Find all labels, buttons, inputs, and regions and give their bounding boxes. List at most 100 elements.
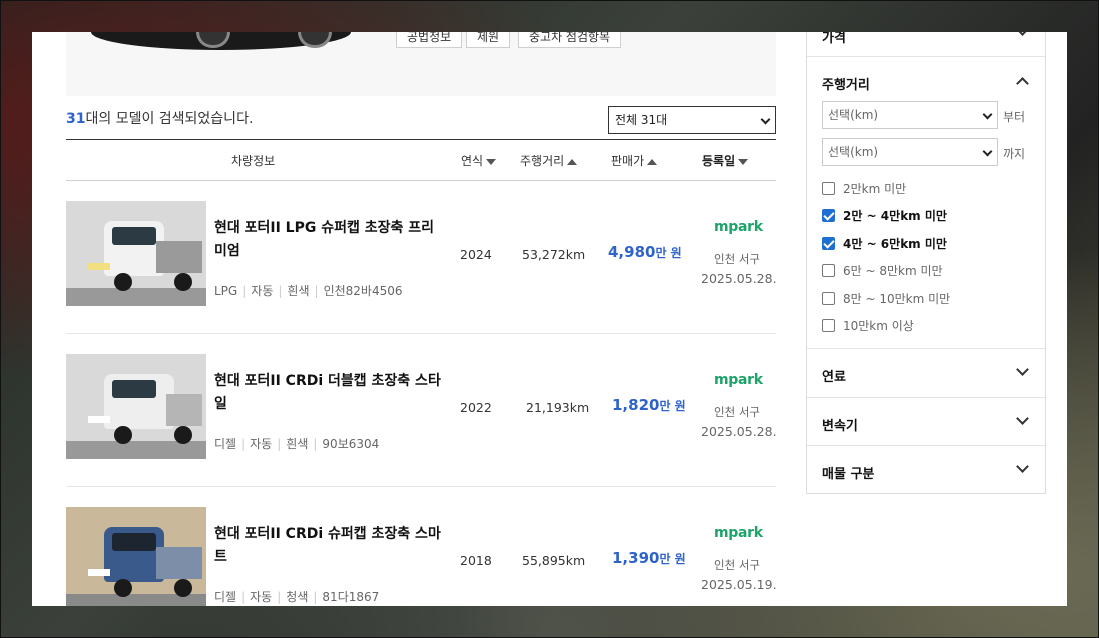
plate-number: 81다1867 xyxy=(322,590,380,604)
filter-fuel[interactable]: 연료 xyxy=(807,349,1045,398)
result-filter-select[interactable]: 전체 31대 xyxy=(608,106,776,134)
truck-bed xyxy=(156,547,202,579)
result-count-text: 대의 모델이 검색되었습니다. xyxy=(85,111,254,127)
vehicle-price: 4,980만 원 xyxy=(608,243,682,261)
content-panel: 공법정보 제원 중고차 점검항목 31대의 모델이 검색되었습니다. 전체 31… xyxy=(32,32,1067,606)
price-value: 1,820 xyxy=(612,396,660,414)
table-row[interactable]: 현대 포터II LPG 슈퍼캡 초장축 프리미엄 LPG | 자동 | 흰색 | 인천82바… xyxy=(66,181,777,334)
mileage-to-select[interactable]: 선택(km) xyxy=(822,138,998,166)
chevron-down-icon xyxy=(760,114,771,125)
truck-plate xyxy=(88,569,110,576)
sort-up-icon xyxy=(567,158,578,165)
truck-window xyxy=(112,533,156,551)
vehicle-thumbnail[interactable] xyxy=(66,201,206,306)
table-header: 차량정보 연식 주행거리 판매가 등록일 xyxy=(66,139,776,181)
vehicle-title[interactable]: 현대 포터II CRDi 슈퍼캡 초장축 스마트 xyxy=(214,523,444,569)
checkbox-checked[interactable] xyxy=(822,237,835,250)
chevron-down-icon[interactable] xyxy=(1016,32,1029,36)
result-count: 31대의 모델이 검색되었습니다. xyxy=(66,108,253,128)
mileage-from-value: 선택(km) xyxy=(828,108,879,122)
mileage-to-suffix: 까지 xyxy=(1003,147,1026,161)
result-filter-value: 전체 31대 xyxy=(615,113,668,127)
vehicle-mileage: 21,193km xyxy=(526,400,590,415)
truck-tire xyxy=(174,273,192,291)
chevron-up-icon[interactable] xyxy=(1016,77,1029,90)
chevron-down-icon xyxy=(982,109,993,120)
header-mileage-label: 주행거리 xyxy=(520,154,565,168)
price-unit: 만 원 xyxy=(659,399,686,413)
mileage-from-suffix: 부터 xyxy=(1003,110,1026,124)
sort-down-icon xyxy=(738,158,749,165)
checkbox[interactable] xyxy=(822,182,835,195)
price-value: 4,980 xyxy=(608,243,656,261)
truck-plate xyxy=(88,263,110,270)
filter-fuel-label: 연료 xyxy=(822,370,846,385)
filter-transmission[interactable]: 변속기 xyxy=(807,398,1045,446)
filter-transmission-label: 변속기 xyxy=(822,419,858,434)
color: 흰색 xyxy=(286,437,309,451)
truck-bed xyxy=(156,241,202,273)
vehicle-mileage: 55,895km xyxy=(522,553,586,568)
mileage-option-80k-100k[interactable]: 8만 ~ 10만km 미만 xyxy=(822,290,950,307)
inspection-items-button[interactable]: 중고차 점검항목 xyxy=(518,32,622,48)
plate-number: 인천82바4506 xyxy=(323,284,403,298)
mileage-to-value: 선택(km) xyxy=(828,145,879,159)
dealer-logo: mpark xyxy=(714,372,763,388)
chevron-down-icon[interactable] xyxy=(1016,460,1029,473)
filter-mileage: 주행거리 선택(km) 부터 선택(km) 까지 2만km 미만 2만 ~ 4만… xyxy=(807,57,1045,349)
mileage-option-over-100k[interactable]: 10만km 이상 xyxy=(822,317,914,334)
header-date-sort[interactable]: 등록일 xyxy=(702,152,749,169)
truck-tire xyxy=(114,426,132,444)
option-label: 2만km 미만 xyxy=(843,182,907,196)
header-date-label: 등록일 xyxy=(702,154,736,168)
option-label: 4만 ~ 6만km 미만 xyxy=(843,237,947,251)
header-mileage-sort[interactable]: 주행거리 xyxy=(520,152,578,169)
mileage-option-40k-60k[interactable]: 4만 ~ 6만km 미만 xyxy=(822,235,947,252)
vehicle-meta: LPG | 자동 | 흰색 | 인천82바4506 xyxy=(214,284,403,298)
vehicle-price: 1,820만 원 xyxy=(612,396,686,414)
filter-sidebar: 가격 주행거리 선택(km) 부터 선택(km) 까지 2만km 미만 2만 ~… xyxy=(806,32,1046,494)
transmission: 자동 xyxy=(251,284,274,298)
truck-window xyxy=(112,380,156,398)
transmission: 자동 xyxy=(250,437,273,451)
chevron-down-icon[interactable] xyxy=(1016,363,1029,376)
vehicle-title[interactable]: 현대 포터II CRDi 더블캡 초장축 스타일 xyxy=(214,370,444,416)
mileage-option-under-20k[interactable]: 2만km 미만 xyxy=(822,180,906,197)
sort-down-icon xyxy=(486,158,497,165)
filter-listing-type[interactable]: 매물 구분 xyxy=(807,446,1045,493)
price-unit: 만 원 xyxy=(655,246,682,260)
dealer-location: 인천 서구 xyxy=(714,405,760,419)
checkbox[interactable] xyxy=(822,319,835,332)
vehicle-thumbnail[interactable] xyxy=(66,354,206,459)
vehicle-mileage: 53,272km xyxy=(522,247,586,262)
header-price-sort[interactable]: 판매가 xyxy=(611,152,658,169)
mileage-from-select[interactable]: 선택(km) xyxy=(822,101,998,129)
option-label: 6만 ~ 8만km 미만 xyxy=(843,264,943,278)
filter-price[interactable]: 가격 xyxy=(807,32,1045,57)
color: 청색 xyxy=(286,590,309,604)
mileage-option-20k-40k[interactable]: 2만 ~ 4만km 미만 xyxy=(822,207,947,224)
checkbox-checked[interactable] xyxy=(822,209,835,222)
checkbox[interactable] xyxy=(822,264,835,277)
checkbox[interactable] xyxy=(822,292,835,305)
dealer-logo: mpark xyxy=(714,525,763,541)
truck-plate xyxy=(88,416,110,423)
vehicle-year: 2024 xyxy=(460,247,492,262)
dealer-logo: mpark xyxy=(714,219,763,235)
chevron-down-icon[interactable] xyxy=(1016,412,1029,425)
listing-date: 2025.05.28. xyxy=(701,424,777,439)
table-row[interactable]: 현대 포터II CRDi 더블캡 초장축 스타일 디젤 | 자동 | 흰색 | 90보630… xyxy=(66,334,777,487)
listing-date: 2025.05.28. xyxy=(701,271,777,286)
header-year-sort[interactable]: 연식 xyxy=(461,152,497,169)
header-price-label: 판매가 xyxy=(611,154,645,168)
vehicle-year: 2018 xyxy=(460,553,492,568)
spec-info-button[interactable]: 공법정보 xyxy=(396,32,463,48)
vehicle-year: 2022 xyxy=(460,400,492,415)
mileage-option-60k-80k[interactable]: 6만 ~ 8만km 미만 xyxy=(822,262,943,279)
specs-button[interactable]: 제원 xyxy=(466,32,511,48)
truck-tire xyxy=(114,579,132,597)
vehicle-thumbnail[interactable] xyxy=(66,507,206,606)
filter-listing-type-label: 매물 구분 xyxy=(822,467,875,482)
vehicle-title[interactable]: 현대 포터II LPG 슈퍼캡 초장축 프리미엄 xyxy=(214,217,444,263)
table-row[interactable]: 현대 포터II CRDi 슈퍼캡 초장축 스마트 디젤 | 자동 | 청색 | 81다186… xyxy=(66,487,777,606)
